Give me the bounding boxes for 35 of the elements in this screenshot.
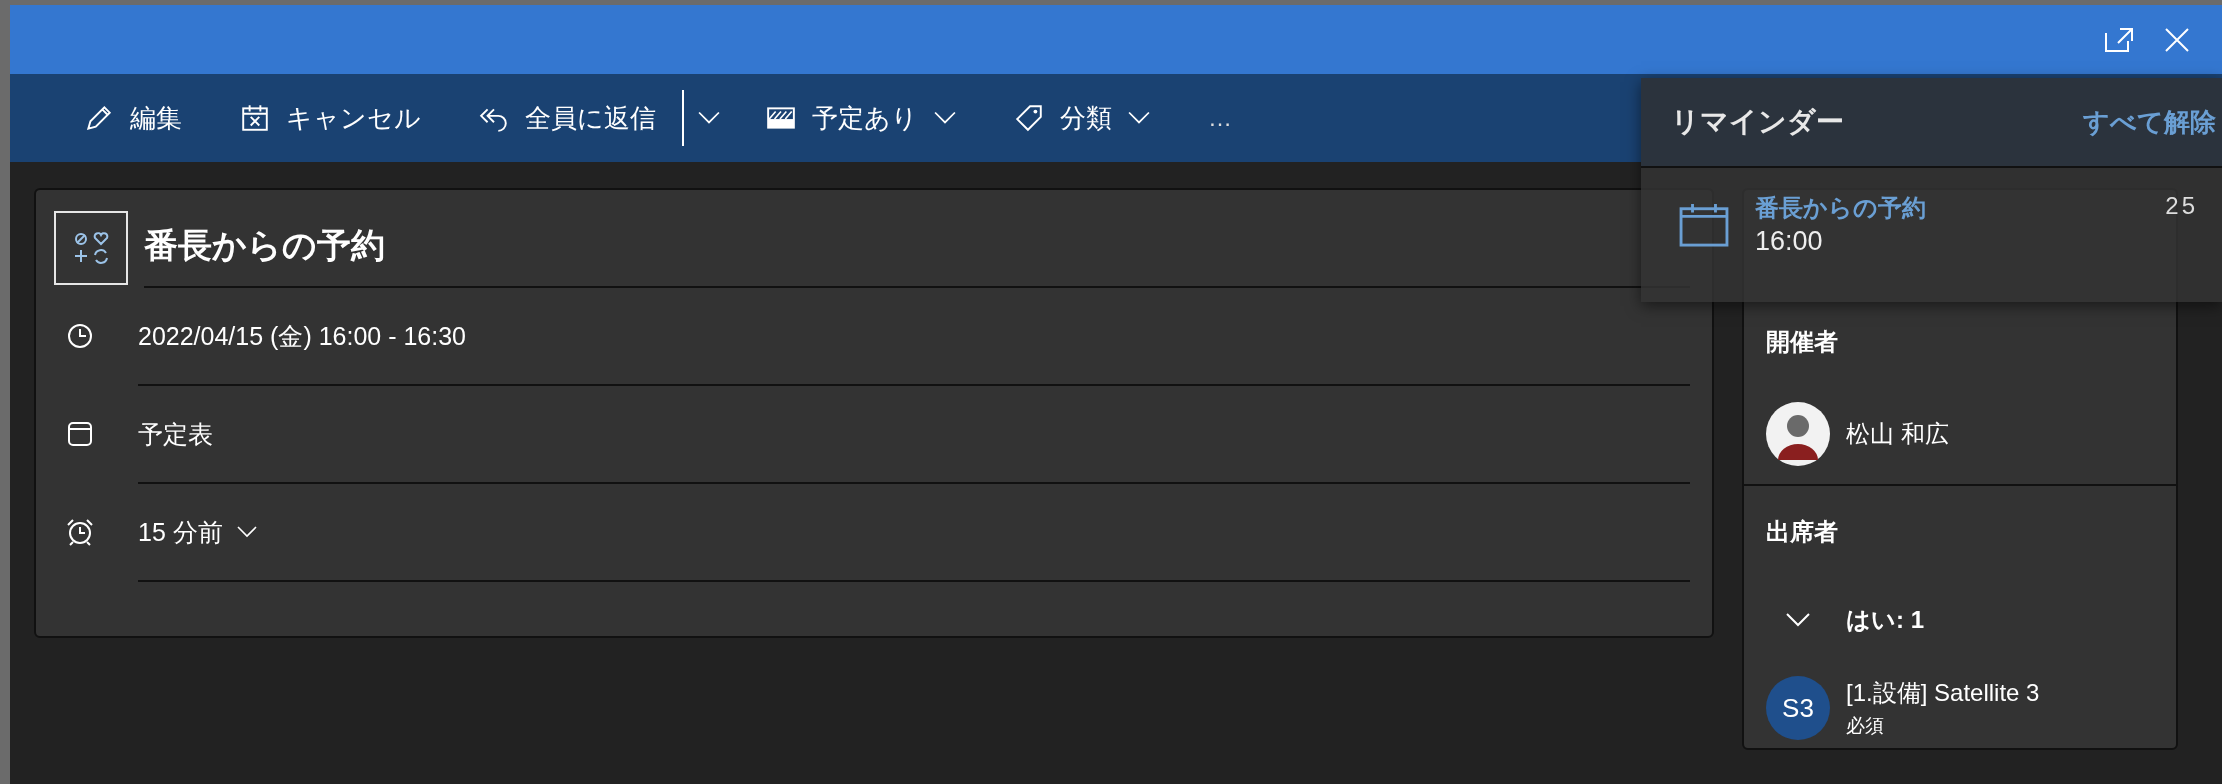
section-heading: 出席者 [1766, 517, 1839, 547]
event-detail: 予定表 [138, 418, 213, 450]
chevron-icon [1786, 613, 1810, 627]
avatar [1766, 402, 1830, 466]
category-icon [54, 211, 128, 285]
calendar-icon [1679, 202, 1729, 247]
dismiss-all-link[interactable]: すべて解除 [2083, 104, 2216, 140]
reminder-due: 25 [2165, 192, 2198, 220]
section-heading: 開催者 [1766, 327, 1839, 357]
reminder-title[interactable]: 番長からの予約 [1755, 192, 2140, 224]
initials-avatar: S3 [1766, 676, 1830, 740]
chevron-down-icon [236, 526, 257, 538]
clock-icon [66, 322, 94, 350]
calendar-x-icon [240, 103, 270, 133]
toolbar-button[interactable]: キャンセル [230, 92, 431, 144]
toolbar-button[interactable]: 編集 [74, 92, 192, 144]
toolbar-button[interactable]: … [1198, 96, 1242, 140]
toolbar-button[interactable]: 予定あり [756, 92, 966, 144]
event-detail: 2022/04/15 (金) 16:00 - 16:30 [138, 320, 466, 352]
pencil-icon [84, 103, 114, 133]
toolbar-button[interactable]: 全員に返信 [469, 92, 666, 144]
calendar-icon [66, 420, 94, 448]
toolbar-button[interactable]: 分類 [1004, 92, 1160, 144]
alarm-clock-icon [66, 518, 94, 546]
attendee-name: [1.設備] Satellite 3 [1846, 678, 2040, 708]
popup-title: リマインダー [1671, 105, 1844, 139]
reminder-time: 16:00 [1755, 226, 1824, 257]
attendee-role: 必須 [1846, 714, 1885, 738]
tag-icon [1014, 103, 1044, 133]
response-group[interactable]: はい: 1 [1766, 604, 1924, 636]
reminder-dropdown[interactable]: 15 分前 [138, 515, 257, 549]
organizer-name: 松山 和広 [1846, 419, 1949, 449]
chevron-down-icon [934, 111, 956, 125]
chevron-down-icon [698, 111, 720, 125]
chevron-down-icon [1128, 111, 1150, 125]
